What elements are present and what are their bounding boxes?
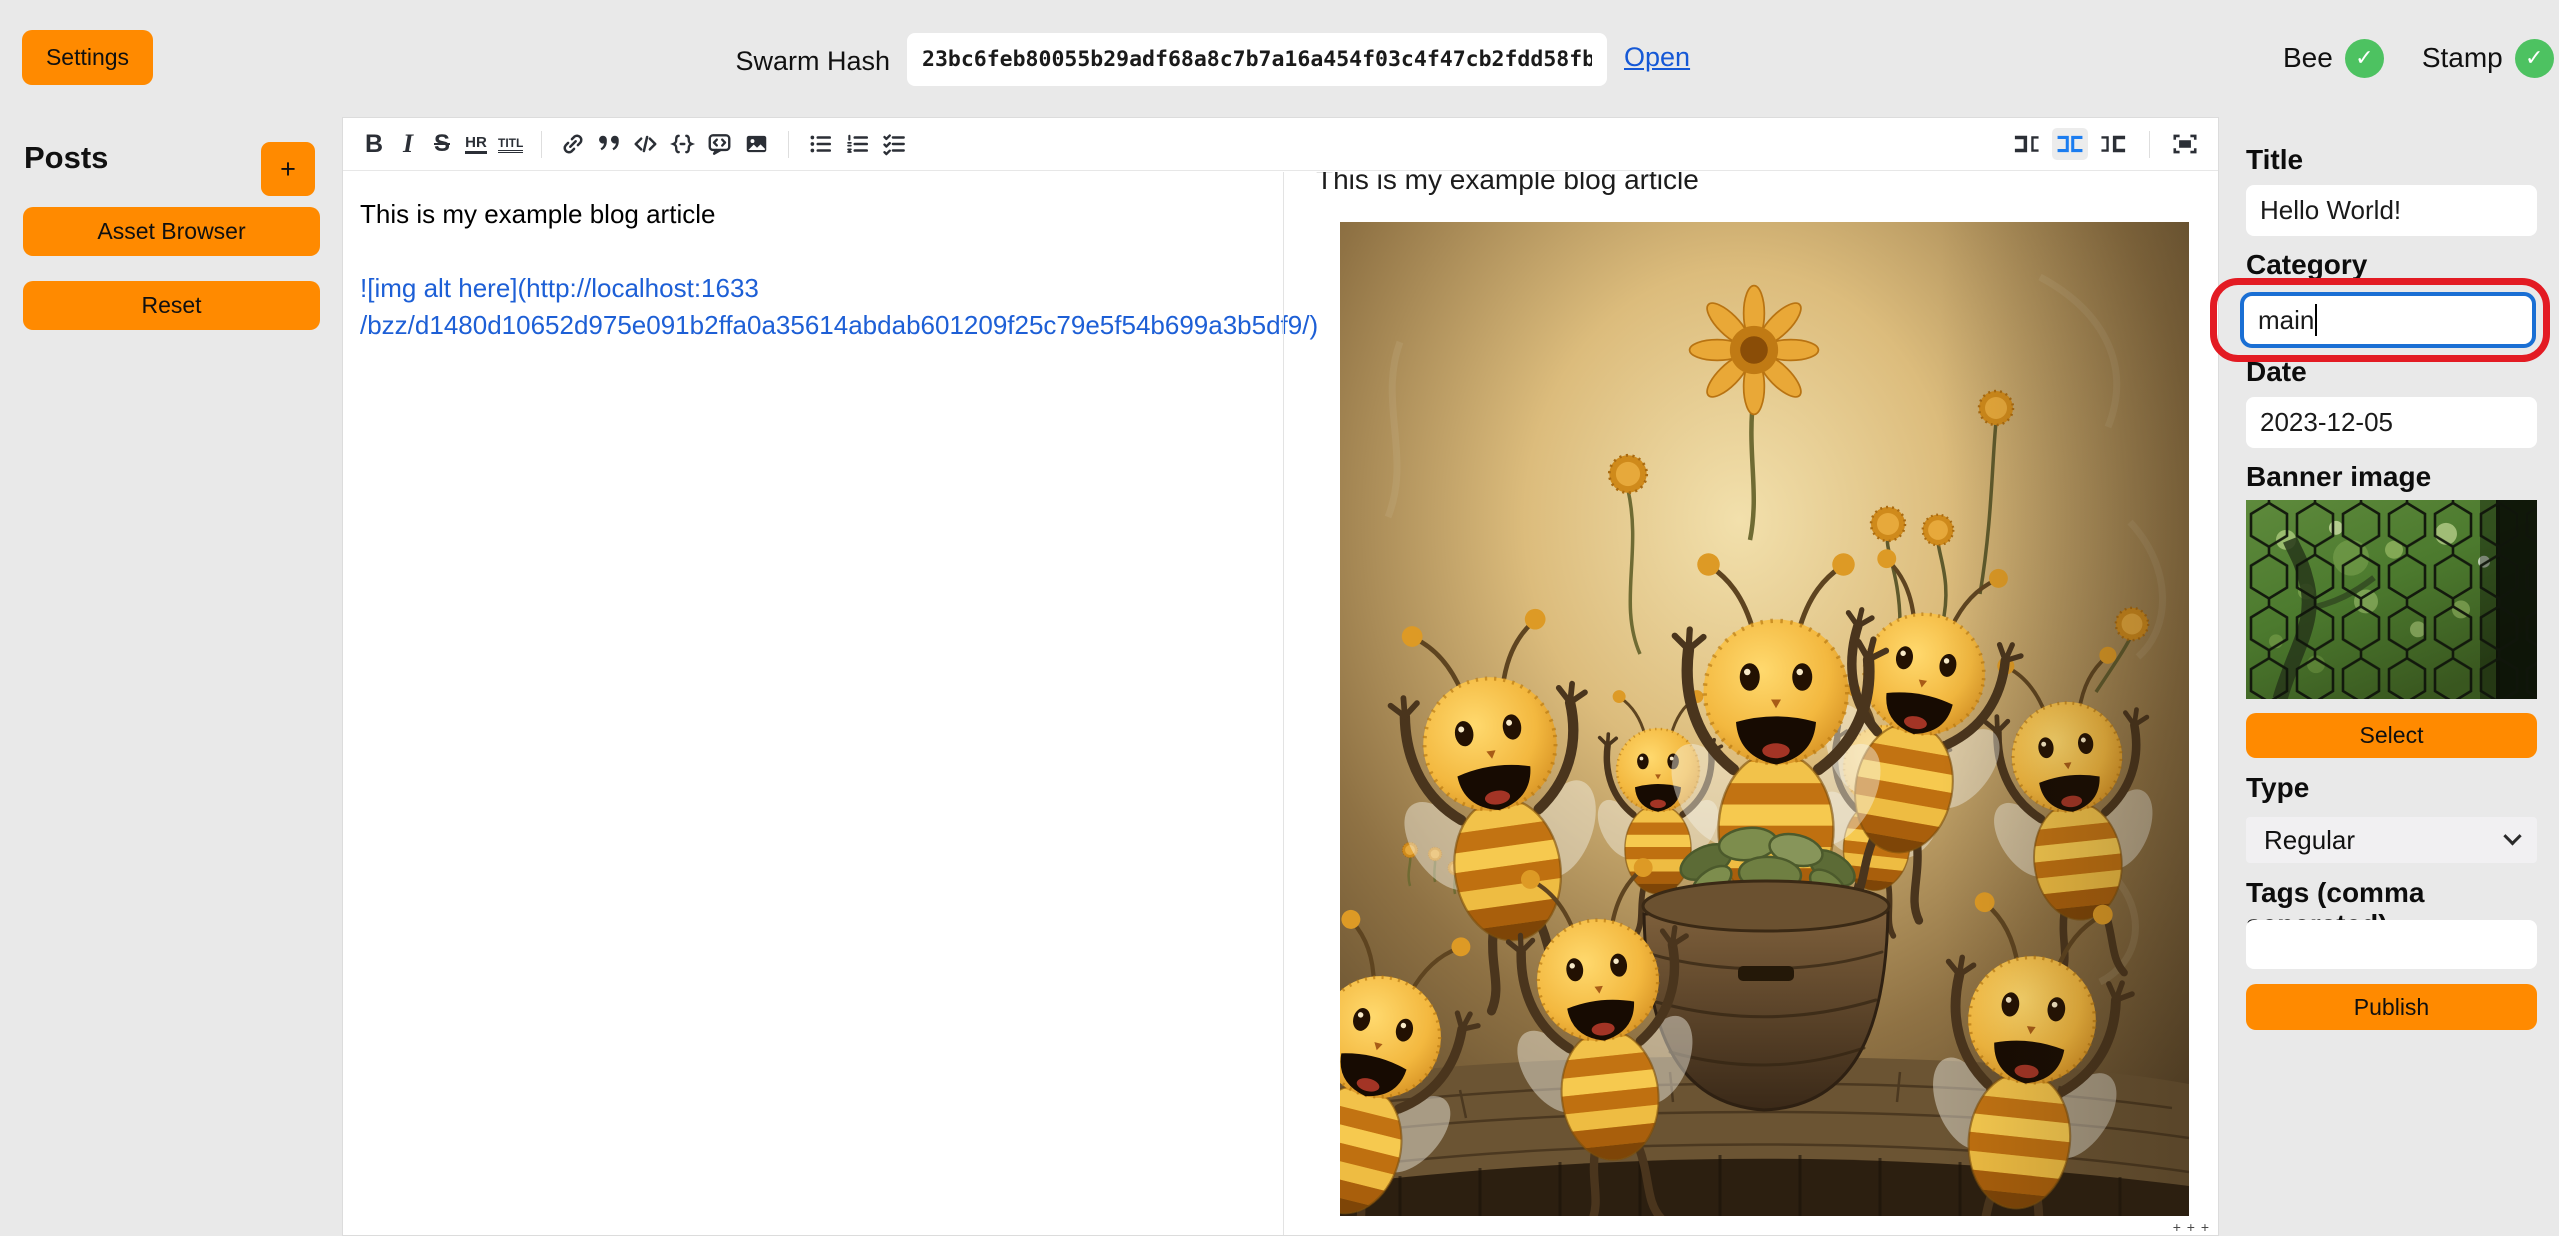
node-status-group: Bee ✓ Stamp ✓ xyxy=(2283,36,2554,80)
unordered-list-icon[interactable] xyxy=(804,128,837,160)
horizontal-rule-icon[interactable]: HR xyxy=(461,128,491,160)
stamp-status-label: Stamp xyxy=(2422,42,2503,74)
checklist-icon[interactable] xyxy=(878,128,911,160)
split-view-icon[interactable] xyxy=(2052,128,2088,160)
tags-input[interactable] xyxy=(2246,920,2537,969)
swarm-hash-label: Swarm Hash xyxy=(700,46,890,77)
editor-toolbar: B I S HR TITL xyxy=(343,118,2218,171)
date-label: Date xyxy=(2246,356,2307,388)
toolbar-separator xyxy=(541,131,542,158)
markdown-text-line: This is my example blog article xyxy=(360,196,1262,233)
publish-button[interactable]: Publish xyxy=(2246,984,2537,1030)
stamp-check-icon: ✓ xyxy=(2515,39,2554,78)
add-post-button[interactable]: + xyxy=(261,142,315,196)
image-icon[interactable] xyxy=(740,128,773,160)
editor-only-view-icon[interactable] xyxy=(2009,128,2045,160)
code-icon[interactable] xyxy=(629,128,662,160)
select-banner-button[interactable]: Select xyxy=(2246,713,2537,758)
chevron-down-icon xyxy=(2503,827,2521,845)
toolbar-separator xyxy=(788,131,789,158)
open-link[interactable]: Open xyxy=(1624,42,1690,73)
markdown-image-syntax-line1: ![img alt here](http://localhost:1633 xyxy=(360,270,1262,307)
swarm-hash-input[interactable] xyxy=(907,33,1607,86)
app-window: Settings Swarm Hash Open Bee ✓ Stamp ✓ P… xyxy=(0,0,2559,1236)
type-select[interactable]: Regular xyxy=(2246,817,2537,863)
bold-icon[interactable]: B xyxy=(359,128,389,160)
blog-post-image xyxy=(1340,222,2189,1216)
category-input[interactable]: main xyxy=(2240,292,2536,348)
date-input[interactable] xyxy=(2246,397,2537,448)
fullscreen-icon[interactable] xyxy=(2168,128,2202,160)
preview-only-view-icon[interactable] xyxy=(2095,128,2131,160)
bee-status-label: Bee xyxy=(2283,42,2333,74)
bee-check-icon: ✓ xyxy=(2345,39,2384,78)
category-label: Category xyxy=(2246,249,2367,281)
banner-image-thumbnail xyxy=(2246,500,2537,699)
link-icon[interactable] xyxy=(557,128,589,160)
posts-heading: Posts xyxy=(24,140,108,176)
toolbar-separator xyxy=(2149,131,2150,158)
markdown-source-editor[interactable]: This is my example blog article ![img al… xyxy=(343,172,1282,1235)
banner-image-label: Banner image xyxy=(2246,461,2431,493)
code-block-icon[interactable] xyxy=(666,128,699,160)
title-input[interactable] xyxy=(2246,185,2537,236)
editor-resize-handle[interactable]: + + + xyxy=(2173,1219,2210,1235)
markdown-preview-pane: This is my example blog article xyxy=(1284,172,2218,1235)
strikethrough-icon[interactable]: S xyxy=(427,128,457,160)
markdown-image-syntax-line2: /bzz/d1480d10652d975e091b2ffa0a35614abda… xyxy=(360,307,1262,344)
reset-button[interactable]: Reset xyxy=(23,281,320,330)
quote-icon[interactable] xyxy=(593,128,625,160)
italic-icon[interactable]: I xyxy=(393,128,423,160)
ordered-list-icon[interactable] xyxy=(841,128,874,160)
markdown-editor-panel: B I S HR TITL xyxy=(342,117,2219,1236)
title-label: Title xyxy=(2246,144,2303,176)
settings-button[interactable]: Settings xyxy=(22,30,153,85)
type-selected-value: Regular xyxy=(2264,825,2355,856)
type-label: Type xyxy=(2246,772,2309,804)
comment-code-icon[interactable] xyxy=(703,128,736,160)
asset-browser-button[interactable]: Asset Browser xyxy=(23,207,320,256)
preview-paragraph: This is my example blog article xyxy=(1316,172,2218,196)
text-caret xyxy=(2315,304,2317,336)
title-icon[interactable]: TITL xyxy=(495,128,526,160)
category-value: main xyxy=(2258,305,2314,336)
